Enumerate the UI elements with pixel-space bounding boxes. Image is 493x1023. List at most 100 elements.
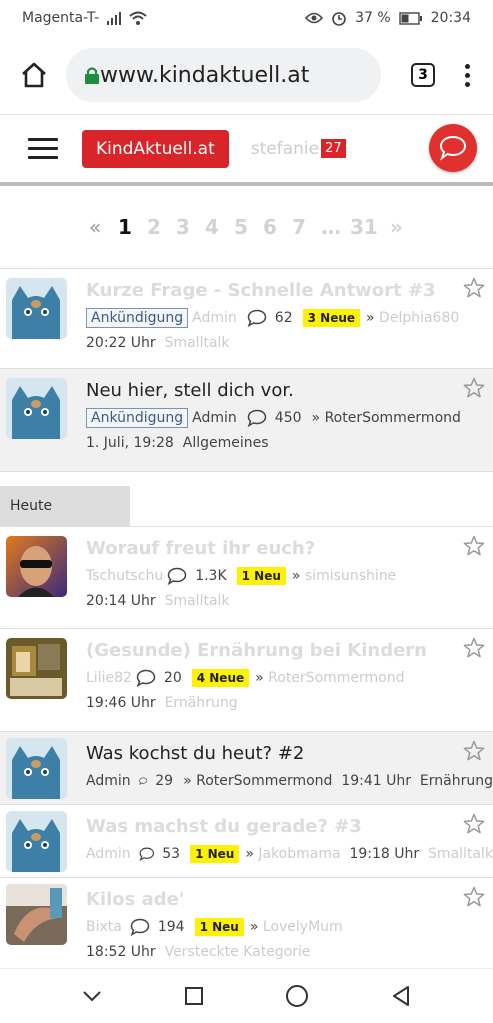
last-poster[interactable]: Delphia680 [379, 310, 459, 326]
thread-row[interactable]: (Gesunde) Ernährung bei Kindern Lilie82 … [0, 629, 493, 732]
reply-count: 1.3K [195, 568, 227, 584]
thread-category[interactable]: Smalltalk [165, 593, 230, 609]
last-post-time[interactable]: 20:22 Uhr [86, 335, 156, 351]
brand-logo-button[interactable]: KindAktuell.at [82, 129, 229, 168]
page-link-last[interactable]: 31 [350, 215, 390, 239]
page-link[interactable]: 4 [205, 215, 234, 239]
browser-toolbar: www.kindaktuell.at 3 [0, 36, 493, 114]
battery-icon [398, 11, 422, 25]
star-icon[interactable] [463, 277, 485, 299]
thread-title[interactable]: Neu hier, stell dich vor. [86, 369, 493, 403]
last-poster[interactable]: RoterSommermond [196, 773, 332, 789]
star-icon[interactable] [463, 740, 485, 762]
thread-row[interactable]: Kurze Frage - Schnelle Antwort #3 Ankünd… [0, 268, 493, 369]
thread-category[interactable]: Smalltalk [428, 846, 493, 862]
comment-icon [139, 847, 154, 862]
hamburger-menu-icon[interactable] [28, 138, 58, 159]
thread-title[interactable]: Was machst du gerade? #3 [86, 805, 493, 839]
comment-icon [247, 309, 267, 327]
thread-row[interactable]: Kilos ade' Bixta 194 1 Neu » LovelyMum 1… [0, 878, 493, 974]
page-link-current[interactable]: 1 [118, 215, 147, 239]
star-icon[interactable] [463, 886, 485, 908]
thread-title[interactable]: (Gesunde) Ernährung bei Kindern [86, 629, 493, 663]
thread-category[interactable]: Ernährung [165, 695, 238, 711]
page-link[interactable]: 2 [147, 215, 176, 239]
new-posts-badge[interactable]: 1 Neu [236, 567, 286, 585]
last-post-time[interactable]: 19:41 Uhr [341, 773, 411, 789]
browser-menu-button[interactable] [459, 63, 475, 87]
last-poster[interactable]: RoterSommermond [325, 410, 461, 426]
page-link[interactable]: 5 [234, 215, 263, 239]
last-post-time[interactable]: 20:14 Uhr [86, 593, 156, 609]
home-circle-icon[interactable] [285, 984, 309, 1008]
comment-icon [138, 777, 147, 785]
back-icon[interactable] [390, 985, 412, 1007]
tab-switcher-button[interactable]: 3 [411, 63, 435, 87]
reply-count: 53 [162, 846, 181, 862]
thread-title[interactable]: Worauf freut ihr euch? [86, 527, 493, 561]
star-icon[interactable] [463, 377, 485, 399]
last-poster[interactable]: Jakobmama [258, 846, 340, 862]
address-bar[interactable]: www.kindaktuell.at [66, 48, 381, 102]
home-button[interactable] [18, 59, 50, 91]
site-header: KindAktuell.at stefanie 27 [0, 114, 493, 186]
pagination-next[interactable]: » [390, 215, 419, 239]
new-posts-badge[interactable]: 1 Neu [190, 845, 240, 863]
star-icon[interactable] [463, 535, 485, 557]
thread-category[interactable]: Smalltalk [165, 335, 230, 351]
page-link[interactable]: 3 [176, 215, 205, 239]
reply-count: 62 [274, 310, 293, 326]
page-link[interactable]: 7 [292, 215, 321, 239]
last-post-time[interactable]: 18:52 Uhr [86, 944, 156, 960]
avatar [6, 884, 67, 945]
last-poster[interactable]: RoterSommermond [268, 670, 404, 686]
thread-author[interactable]: Tschutschu [86, 568, 163, 584]
thread-title[interactable]: Kurze Frage - Schnelle Antwort #3 [86, 269, 493, 303]
username: stefanie [250, 138, 320, 159]
thread-author[interactable]: Admin [86, 846, 131, 862]
thread-category[interactable]: Allgemeines [183, 435, 269, 451]
pagination-prev[interactable]: « [89, 215, 118, 239]
last-post-arrow: » [249, 919, 259, 935]
last-post-arrow: » [311, 410, 321, 426]
thread-author[interactable]: Admin [192, 310, 237, 326]
thread-row[interactable]: Was machst du gerade? #3 Admin 53 1 Neu … [0, 805, 493, 878]
last-post-time[interactable]: 1. Juli, 19:28 [86, 435, 174, 451]
new-posts-badge[interactable]: 3 Neue [302, 309, 361, 327]
thread-tag[interactable]: Ankündigung [86, 408, 189, 428]
last-poster[interactable]: LovelyMum [263, 919, 343, 935]
thread-title[interactable]: Kilos ade' [86, 878, 493, 912]
page-link[interactable]: 6 [263, 215, 292, 239]
new-posts-badge[interactable]: 1 Neu [194, 918, 244, 936]
thread-author[interactable]: Bixta [86, 919, 122, 935]
thread-row[interactable]: Was kochst du heut? #2 Admin 29 » RoterS… [0, 732, 493, 805]
last-post-arrow: » [291, 568, 301, 584]
thread-author[interactable]: Admin [86, 773, 131, 789]
last-post-arrow: » [245, 846, 254, 862]
new-posts-badge[interactable]: 4 Neue [191, 669, 250, 687]
url-text: www.kindaktuell.at [100, 62, 310, 88]
chat-button[interactable] [429, 124, 477, 172]
recent-apps-icon[interactable] [184, 986, 204, 1006]
thread-author[interactable]: Lilie82 [86, 670, 132, 686]
star-icon[interactable] [463, 637, 485, 659]
comment-icon [247, 409, 267, 427]
user-menu[interactable]: stefanie 27 [250, 138, 346, 159]
thread-category[interactable]: Versteckte Kategorie [165, 944, 311, 960]
star-icon[interactable] [463, 813, 485, 835]
last-post-time[interactable]: 19:46 Uhr [86, 695, 156, 711]
thread-author[interactable]: Admin [192, 410, 237, 426]
notification-badge: 27 [321, 138, 346, 158]
chevron-down-icon[interactable] [81, 989, 103, 1003]
last-post-time[interactable]: 19:18 Uhr [349, 846, 419, 862]
thread-title[interactable]: Was kochst du heut? #2 [86, 732, 493, 766]
thread-tag[interactable]: Ankündigung [86, 308, 189, 328]
thread-row[interactable]: Neu hier, stell dich vor. Ankündigung Ad… [0, 369, 493, 472]
eye-icon [305, 12, 324, 24]
clock: 20:34 [430, 10, 471, 26]
avatar [6, 536, 67, 597]
chat-icon [439, 135, 467, 161]
thread-category[interactable]: Ernährung [420, 773, 493, 789]
thread-row[interactable]: Worauf freut ihr euch? Tschutschu 1.3K 1… [0, 526, 493, 629]
last-poster[interactable]: simisunshine [305, 568, 396, 584]
